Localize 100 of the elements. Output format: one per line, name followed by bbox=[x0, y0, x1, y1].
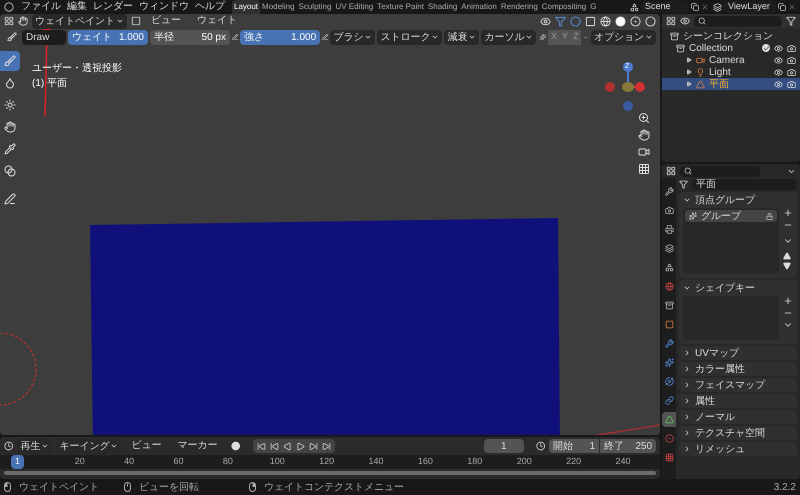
pressure-icon[interactable] bbox=[322, 32, 328, 42]
panel-header[interactable]: 属性 bbox=[679, 394, 797, 408]
workspace-tab[interactable]: Rendering bbox=[498, 0, 540, 14]
checkbox[interactable] bbox=[762, 44, 770, 52]
slider-field[interactable]: 強さ 1.000 bbox=[240, 30, 320, 44]
search-field[interactable] bbox=[694, 16, 782, 26]
workspace-tab[interactable]: G bbox=[588, 0, 598, 14]
dropdown-button[interactable]: キーイング bbox=[56, 438, 122, 454]
tool-button[interactable] bbox=[0, 51, 20, 71]
slider-field[interactable]: ウェイト 1.000 bbox=[68, 30, 148, 44]
play-icon[interactable] bbox=[296, 442, 305, 450]
eye-icon[interactable] bbox=[774, 56, 783, 64]
current-frame-field[interactable]: 1 bbox=[484, 439, 524, 453]
collection-icon bbox=[676, 44, 685, 52]
dropdown-button[interactable]: ブラシ bbox=[330, 30, 376, 44]
start-frame-field[interactable]: 開始 1 bbox=[549, 439, 600, 453]
record-icon[interactable] bbox=[231, 441, 241, 451]
sun-icon bbox=[4, 99, 16, 111]
dropdown-button[interactable]: 減衰 bbox=[444, 30, 480, 44]
scene-field[interactable]: Scene bbox=[641, 1, 689, 13]
panel-header[interactable]: カラー属性 bbox=[679, 362, 797, 376]
menu-item[interactable]: マーカー bbox=[171, 439, 224, 453]
next-key-icon[interactable] bbox=[308, 442, 318, 450]
tree-item[interactable]: 平面 bbox=[662, 78, 800, 90]
dropdown-button[interactable]: 再生 bbox=[17, 438, 52, 454]
view-layer-field[interactable]: ViewLayer bbox=[724, 1, 776, 13]
camera-icon[interactable] bbox=[787, 44, 796, 52]
brush-icon bbox=[7, 32, 17, 42]
copy-icon[interactable] bbox=[691, 3, 699, 11]
list-item[interactable]: グループ bbox=[685, 210, 777, 222]
status-text: ウェイトコンテクストメニュー bbox=[264, 480, 404, 494]
menu-item[interactable]: ウェイト bbox=[191, 14, 243, 28]
camera-icon[interactable] bbox=[787, 80, 796, 88]
jump-end-icon[interactable] bbox=[322, 442, 331, 450]
camera-icon[interactable] bbox=[787, 68, 796, 76]
display-mode-icon[interactable] bbox=[680, 16, 690, 26]
workspace-tab[interactable]: UV Editing bbox=[333, 0, 376, 14]
eye-icon[interactable] bbox=[774, 68, 783, 76]
workspace-tab[interactable]: Animation bbox=[459, 0, 499, 14]
panel-header[interactable]: リメッシュ bbox=[679, 442, 797, 456]
jump-start-icon[interactable] bbox=[256, 442, 266, 450]
menu-item[interactable]: レンダー bbox=[90, 0, 136, 14]
add-icon[interactable] bbox=[783, 296, 793, 306]
workspace-tab[interactable]: Sculpting bbox=[296, 0, 334, 14]
search-field[interactable] bbox=[680, 166, 760, 176]
menu-item[interactable]: ビュー bbox=[145, 14, 187, 28]
name-field[interactable]: 平面 bbox=[692, 178, 797, 190]
pressure-icon[interactable] bbox=[232, 32, 238, 42]
camera-view-icon[interactable] bbox=[638, 146, 650, 158]
rendered-shading-icon[interactable] bbox=[645, 16, 656, 26]
workspace-tab[interactable]: Layout bbox=[232, 0, 260, 14]
menu-item[interactable]: ウィンドウ bbox=[136, 0, 192, 14]
menu-item[interactable]: ファイル bbox=[18, 0, 64, 14]
move-up-icon[interactable] bbox=[783, 252, 791, 260]
panel-header[interactable]: テクスチャ空間 bbox=[679, 426, 797, 440]
box-icon bbox=[664, 301, 674, 310]
material-shading-icon[interactable] bbox=[630, 16, 641, 26]
eye-icon[interactable] bbox=[774, 80, 783, 88]
check-icon bbox=[762, 44, 770, 52]
stopwatch-icon[interactable] bbox=[536, 441, 546, 451]
camera-icon[interactable] bbox=[787, 56, 796, 64]
grid-icon[interactable] bbox=[638, 163, 650, 175]
scene-icon bbox=[664, 263, 674, 272]
end-frame-field[interactable]: 終了 250 bbox=[600, 439, 656, 453]
solid-shading-icon[interactable] bbox=[615, 16, 626, 26]
dropdown-button[interactable]: カーソル bbox=[481, 30, 536, 44]
menu-item[interactable]: ヘルプ bbox=[192, 0, 228, 14]
hand-icon[interactable] bbox=[638, 129, 650, 141]
tree-item[interactable]: Camera bbox=[662, 54, 800, 66]
panel-header[interactable]: UVマップ bbox=[679, 346, 797, 360]
zoom-icon[interactable] bbox=[638, 112, 650, 124]
slider-field[interactable]: 半径 50 px bbox=[150, 30, 230, 44]
lock-icon[interactable] bbox=[766, 212, 773, 220]
move-down-icon[interactable] bbox=[783, 262, 791, 270]
panel-header[interactable]: 頂点グループ bbox=[683, 192, 793, 208]
eye-icon[interactable] bbox=[774, 44, 783, 52]
add-icon[interactable] bbox=[783, 208, 793, 218]
dropdown-button[interactable]: ウェイトペイント bbox=[32, 14, 127, 28]
filter-icon[interactable] bbox=[786, 16, 796, 26]
workspace-tab[interactable]: Texture Paint bbox=[375, 0, 426, 14]
workspace-tab[interactable]: Modeling bbox=[260, 0, 296, 14]
workspace-tab[interactable]: Shading bbox=[426, 0, 460, 14]
layers-icon bbox=[664, 244, 674, 253]
prev-key-icon[interactable] bbox=[270, 442, 279, 450]
tree-item[interactable]: Light bbox=[662, 66, 800, 78]
panel-header[interactable]: ノーマル bbox=[679, 410, 797, 424]
panel-header[interactable]: フェイスマップ bbox=[679, 378, 797, 392]
slider-value: 1.000 bbox=[118, 30, 144, 44]
play-reverse-icon[interactable] bbox=[282, 442, 292, 450]
properties-tab[interactable] bbox=[662, 412, 676, 427]
brush-name-field[interactable]: Draw bbox=[22, 30, 66, 44]
copy-icon[interactable] bbox=[778, 3, 786, 11]
visibility-icon[interactable] bbox=[540, 16, 551, 26]
scene-icon[interactable] bbox=[630, 2, 639, 12]
dropdown-button[interactable]: ストローク bbox=[377, 30, 442, 44]
menu-item[interactable]: ビュー bbox=[125, 439, 168, 453]
workspace-tab[interactable]: Compositing bbox=[540, 0, 588, 14]
view-layer-icon[interactable] bbox=[713, 2, 722, 12]
dropdown-button[interactable]: オプション bbox=[591, 30, 656, 44]
menu-item[interactable]: 編集 bbox=[64, 0, 90, 14]
